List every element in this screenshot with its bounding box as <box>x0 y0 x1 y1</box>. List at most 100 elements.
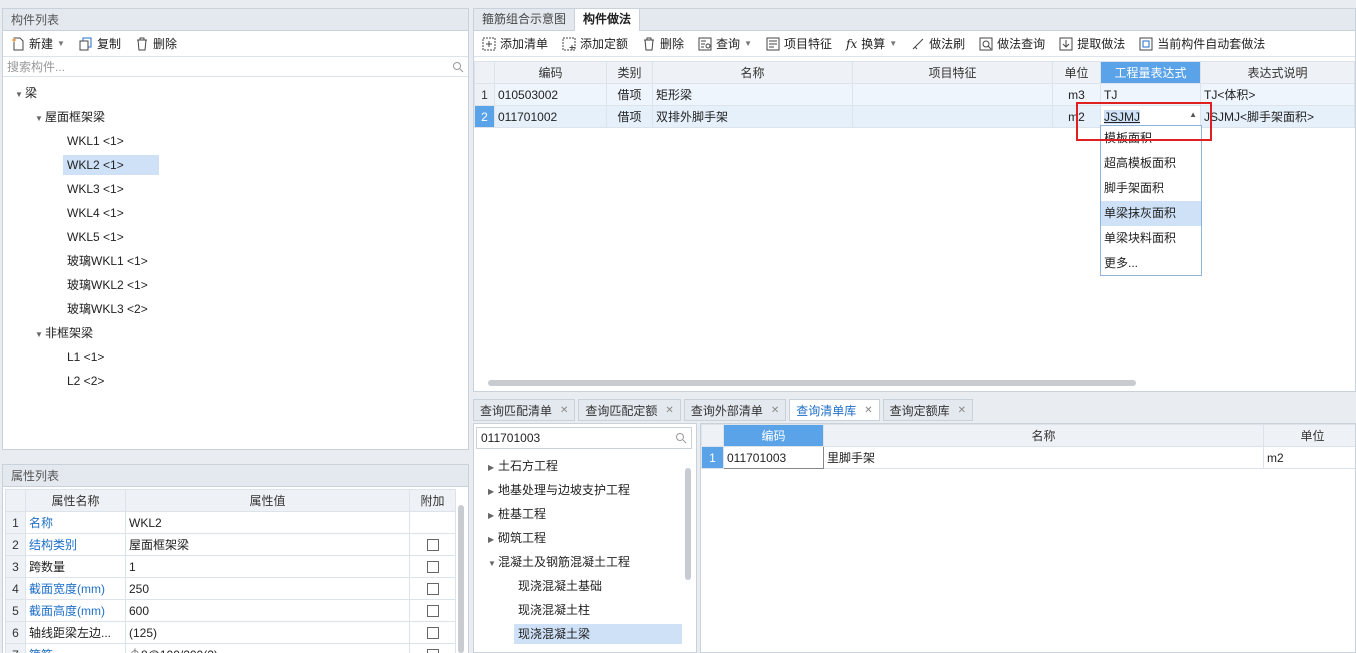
table-row[interactable]: 1 010503002 借项 矩形梁 m3 TJ TJ<体积> <box>474 83 1355 106</box>
tree-item[interactable]: L2 <2> <box>67 371 104 391</box>
table-row[interactable]: 1 名称 WKL2 <box>5 511 456 534</box>
tree-item[interactable]: L1 <1> <box>67 347 104 367</box>
tab-list-library[interactable]: 查询清单库 ✕ <box>789 399 880 421</box>
cell-type[interactable]: 借项 <box>606 83 653 106</box>
component-search[interactable]: 搜索构件... <box>3 57 468 77</box>
library-search[interactable]: 011701003 <box>476 427 692 449</box>
tree-item[interactable]: WKL4 <1> <box>67 203 124 223</box>
extract-method-button[interactable]: 提取做法 <box>1055 33 1129 55</box>
item-feature-button[interactable]: 项目特征 <box>762 33 836 55</box>
dropdown-item[interactable]: 脚手架面积 <box>1101 176 1201 201</box>
tab-external-list[interactable]: 查询外部清单 ✕ <box>683 399 787 421</box>
col-header-type[interactable]: 类别 <box>606 61 653 84</box>
col-header-code[interactable]: 编码 <box>723 424 824 447</box>
prop-value[interactable]: 1 <box>125 555 410 578</box>
tree-item[interactable]: WKL3 <1> <box>67 179 124 199</box>
table-row[interactable]: 5 截面高度(mm) 600 <box>5 599 456 622</box>
col-header-feature[interactable]: 项目特征 <box>852 61 1053 84</box>
close-icon[interactable]: ✕ <box>771 405 779 416</box>
table-row[interactable]: 1 011701003 里脚手架 m2 <box>701 446 1355 469</box>
close-icon[interactable]: ✕ <box>958 405 966 416</box>
cell-expression-desc[interactable]: JSJMJ<脚手架面积> <box>1200 105 1355 128</box>
query-button[interactable]: 查询 ▼ <box>694 33 756 55</box>
cell-name[interactable]: 矩形梁 <box>652 83 853 106</box>
convert-button[interactable]: fx 换算 ▼ <box>842 33 901 55</box>
attach-checkbox[interactable] <box>426 561 439 574</box>
table-row[interactable]: 3 跨数量 1 <box>5 555 456 578</box>
dropdown-item[interactable]: 超高模板面积 <box>1101 151 1201 176</box>
prop-value[interactable]: 600 <box>125 599 410 622</box>
table-row[interactable]: 4 截面宽度(mm) 250 <box>5 577 456 600</box>
tree-item-selected[interactable]: WKL2 <1> <box>63 155 159 175</box>
col-header-unit[interactable]: 单位 <box>1052 61 1101 84</box>
library-node[interactable]: ▼ 混凝土及钢筋混凝土工程 <box>488 552 630 572</box>
dropdown-item[interactable]: 单梁块料面积 <box>1101 226 1201 251</box>
col-header-expression[interactable]: 工程量表达式 <box>1100 61 1201 84</box>
add-quota-button[interactable]: 添加定额 <box>558 33 632 55</box>
close-icon[interactable]: ✕ <box>560 405 568 416</box>
library-child-selected[interactable]: 现浇混凝土梁 <box>514 624 682 644</box>
library-node[interactable]: ▶ 桩基工程 <box>488 504 546 524</box>
cell-name[interactable]: 双排外脚手架 <box>652 105 853 128</box>
col-header-name[interactable]: 名称 <box>652 61 853 84</box>
auto-apply-method-button[interactable]: 当前构件自动套做法 <box>1135 33 1269 55</box>
cell-code[interactable]: 011701002 <box>494 105 607 128</box>
tree-node-group2[interactable]: ▼ 非框架梁 <box>35 323 93 343</box>
expand-icon[interactable]: ▼ <box>15 85 25 105</box>
tab-component-method[interactable]: 构件做法 <box>575 9 641 31</box>
cell-feature[interactable] <box>852 83 1053 106</box>
component-search-input[interactable]: 搜索构件... <box>7 58 65 75</box>
cell-name[interactable]: 里脚手架 <box>823 446 1264 469</box>
new-button[interactable]: 新建 ▼ <box>7 33 69 55</box>
delete-method-button[interactable]: 删除 <box>638 33 688 55</box>
library-node[interactable]: ▶ 砌筑工程 <box>488 528 546 548</box>
close-icon[interactable]: ✕ <box>665 405 673 416</box>
prop-value[interactable]: 屋面框架梁 <box>125 533 410 556</box>
attach-checkbox[interactable] <box>426 649 439 653</box>
library-child[interactable]: 现浇混凝土柱 <box>518 600 590 620</box>
attach-checkbox[interactable] <box>426 605 439 618</box>
attach-checkbox[interactable] <box>426 539 439 552</box>
add-list-button[interactable]: 添加清单 <box>478 33 552 55</box>
library-node[interactable]: ▶ 地基处理与边坡支护工程 <box>488 480 630 500</box>
table-row[interactable]: 2 结构类别 屋面框架梁 <box>5 533 456 556</box>
tab-stirrup-diagram[interactable]: 箍筋组合示意图 <box>474 9 576 31</box>
tab-match-quota[interactable]: 查询匹配定额 ✕ <box>578 399 681 421</box>
tree-node-root[interactable]: ▼ 梁 <box>15 83 37 103</box>
method-scrollbar[interactable] <box>488 380 1136 386</box>
tree-item[interactable]: 玻璃WKL2 <1> <box>67 275 148 295</box>
method-brush-button[interactable]: 做法刷 <box>907 33 969 55</box>
table-row[interactable]: 7 箍筋 ⏀8@100/200(2) <box>5 643 456 653</box>
cell-feature[interactable] <box>852 105 1053 128</box>
search-icon[interactable] <box>675 432 687 444</box>
expand-icon[interactable]: ▶ <box>488 506 498 526</box>
chevron-down-icon[interactable]: ▼ <box>889 39 897 48</box>
expand-icon[interactable]: ▶ <box>488 482 498 502</box>
prop-value[interactable]: WKL2 <box>125 511 410 534</box>
prop-value[interactable]: 250 <box>125 577 410 600</box>
tree-item[interactable]: 玻璃WKL1 <1> <box>67 251 148 271</box>
dropdown-item-hovered[interactable]: 单梁抹灰面积 <box>1101 201 1201 226</box>
col-header-name[interactable]: 名称 <box>823 424 1264 447</box>
tree-item[interactable]: WKL5 <1> <box>67 227 124 247</box>
table-row[interactable]: 6 轴线距梁左边... (125) <box>5 621 456 644</box>
delete-button[interactable]: 删除 <box>131 33 181 55</box>
expand-icon[interactable]: ▶ <box>488 458 498 478</box>
cell-expression-desc[interactable]: TJ<体积> <box>1200 83 1355 106</box>
tree-item[interactable]: 玻璃WKL3 <2> <box>67 299 148 319</box>
library-scrollbar[interactable] <box>685 468 691 580</box>
col-header-code[interactable]: 编码 <box>494 61 607 84</box>
prop-value[interactable]: (125) <box>125 621 410 644</box>
library-child[interactable]: 现浇混凝土基础 <box>518 576 602 596</box>
close-icon[interactable]: ✕ <box>864 405 872 416</box>
tab-match-list[interactable]: 查询匹配清单 ✕ <box>473 399 576 421</box>
attach-checkbox[interactable] <box>426 583 439 596</box>
search-icon[interactable] <box>452 61 464 73</box>
table-row-selected[interactable]: 2 011701002 借项 双排外脚手架 m2 JSJMJ ▲ JSJMJ<脚… <box>474 105 1355 128</box>
dropdown-item-more[interactable]: 更多... <box>1101 251 1201 276</box>
tab-quota-library[interactable]: 查询定额库 ✕ <box>882 399 974 421</box>
library-node[interactable]: ▶ 土石方工程 <box>488 456 558 476</box>
property-scrollbar[interactable] <box>458 505 464 653</box>
chevron-down-icon[interactable]: ▼ <box>744 39 752 48</box>
col-header-expression-desc[interactable]: 表达式说明 <box>1200 61 1355 84</box>
